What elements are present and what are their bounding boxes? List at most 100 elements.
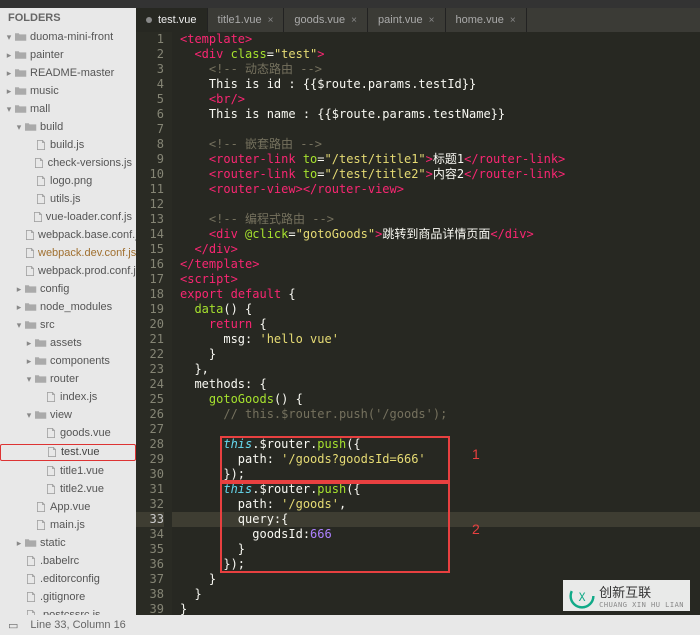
tab-close-icon[interactable]: × — [429, 15, 435, 26]
code-line[interactable]: methods: { — [172, 377, 700, 392]
tree-folder[interactable]: ▸README-master — [0, 66, 136, 81]
code-line[interactable]: <br/> — [172, 92, 700, 107]
tree-folder[interactable]: ▾src — [0, 318, 136, 333]
tree-label: main.js — [50, 518, 85, 533]
code-body[interactable]: <template> <div class="test"> <!-- 动态路由 … — [172, 32, 700, 615]
code-line[interactable] — [172, 122, 700, 137]
tab[interactable]: paint.vue× — [368, 8, 446, 32]
tree-folder[interactable]: ▸components — [0, 354, 136, 369]
tree-folder[interactable]: ▾duoma-mini-front — [0, 30, 136, 45]
token: default — [231, 287, 282, 301]
code-line[interactable]: <template> — [172, 32, 700, 47]
tree-folder[interactable]: ▾router — [0, 372, 136, 387]
code-line[interactable]: <router-link to="/test/title2">内容2</rout… — [172, 167, 700, 182]
tree-file[interactable]: webpack.prod.conf.js — [0, 264, 136, 279]
tab[interactable]: home.vue× — [446, 8, 527, 32]
code-line[interactable] — [172, 197, 700, 212]
code-line[interactable]: <script> — [172, 272, 700, 287]
disclosure-icon[interactable]: ▸ — [24, 336, 34, 351]
code-line[interactable]: this.$router.push({ — [172, 437, 700, 452]
tree-file[interactable]: build.js — [0, 138, 136, 153]
tree-file[interactable]: utils.js — [0, 192, 136, 207]
tab[interactable]: title1.vue× — [208, 8, 285, 32]
code-line[interactable]: <div class="test"> — [172, 47, 700, 62]
disclosure-icon[interactable]: ▸ — [4, 84, 14, 99]
tree-file[interactable]: title2.vue — [0, 482, 136, 497]
tab[interactable]: test.vue — [136, 8, 208, 32]
window-chrome — [0, 0, 700, 8]
tree-file[interactable]: .babelrc — [0, 554, 136, 569]
code-line[interactable]: gotoGoods() { — [172, 392, 700, 407]
tree-file[interactable]: .postcssrc.js — [0, 608, 136, 616]
disclosure-icon[interactable]: ▾ — [14, 318, 24, 333]
disclosure-icon[interactable]: ▸ — [4, 48, 14, 63]
code-line[interactable]: this.$router.push({ — [172, 482, 700, 497]
tree-file[interactable]: .editorconfig — [0, 572, 136, 587]
code-line[interactable]: </template> — [172, 257, 700, 272]
code-line[interactable]: <router-link to="/test/title1">标题1</rout… — [172, 152, 700, 167]
folder-icon — [14, 103, 28, 115]
disclosure-icon[interactable]: ▾ — [24, 408, 34, 423]
tree-file[interactable]: App.vue — [0, 500, 136, 515]
tree-file[interactable]: index.js — [0, 390, 136, 405]
tree-folder[interactable]: ▾view — [0, 408, 136, 423]
disclosure-icon[interactable]: ▸ — [24, 354, 34, 369]
disclosure-icon[interactable]: ▾ — [14, 120, 24, 135]
tree-file[interactable]: webpack.base.conf.js — [0, 228, 136, 243]
code-line[interactable]: }, — [172, 362, 700, 377]
tree-file[interactable]: test.vue — [0, 444, 136, 461]
tree-file[interactable]: vue-loader.conf.js — [0, 210, 136, 225]
file-icon — [44, 465, 58, 477]
code-line[interactable]: goodsId:666 — [172, 527, 700, 542]
code-line[interactable]: } — [172, 347, 700, 362]
code-line[interactable]: path: '/goods?goodsId=666' — [172, 452, 700, 467]
code-line[interactable]: <!-- 编程式路由 --> — [172, 212, 700, 227]
code-line[interactable]: } — [172, 542, 700, 557]
tree-folder[interactable]: ▸static — [0, 536, 136, 551]
tree-folder[interactable]: ▾mall — [0, 102, 136, 117]
code-line[interactable]: return { — [172, 317, 700, 332]
code-line[interactable]: msg: 'hello vue' — [172, 332, 700, 347]
code-line[interactable]: }); — [172, 467, 700, 482]
code-line[interactable]: <!-- 动态路由 --> — [172, 62, 700, 77]
tree-folder[interactable]: ▸painter — [0, 48, 136, 63]
tab-close-icon[interactable]: × — [268, 15, 274, 26]
tree-folder[interactable]: ▸node_modules — [0, 300, 136, 315]
token — [180, 512, 238, 526]
code-line[interactable] — [172, 422, 700, 437]
tree-file[interactable]: check-versions.js — [0, 156, 136, 171]
disclosure-icon[interactable]: ▾ — [4, 102, 14, 117]
tree-file[interactable]: goods.vue — [0, 426, 136, 441]
tree-file[interactable]: title1.vue — [0, 464, 136, 479]
code-line[interactable]: export default { — [172, 287, 700, 302]
code-line[interactable]: <router-view></router-view> — [172, 182, 700, 197]
tab-close-icon[interactable]: × — [510, 15, 516, 26]
statusbar-switcher-icon[interactable]: ▭ — [8, 619, 18, 632]
disclosure-icon[interactable]: ▸ — [14, 282, 24, 297]
code-line[interactable]: path: '/goods', — [172, 497, 700, 512]
tree-file[interactable]: webpack.dev.conf.js — [0, 246, 136, 261]
code-line[interactable]: // this.$router.push('/goods'); — [172, 407, 700, 422]
code-line[interactable]: }); — [172, 557, 700, 572]
disclosure-icon[interactable]: ▾ — [4, 30, 14, 45]
code-line[interactable]: <!-- 嵌套路由 --> — [172, 137, 700, 152]
disclosure-icon[interactable]: ▾ — [24, 372, 34, 387]
code-line[interactable]: query:{ — [172, 512, 700, 527]
code-line[interactable]: This is name : {{$route.params.testName}… — [172, 107, 700, 122]
tree-folder[interactable]: ▸config — [0, 282, 136, 297]
tree-file[interactable]: main.js — [0, 518, 136, 533]
disclosure-icon[interactable]: ▸ — [4, 66, 14, 81]
tree-file[interactable]: .gitignore — [0, 590, 136, 605]
tree-folder[interactable]: ▸music — [0, 84, 136, 99]
disclosure-icon[interactable]: ▸ — [14, 300, 24, 315]
tab-close-icon[interactable]: × — [351, 15, 357, 26]
code-line[interactable]: This is id : {{$route.params.testId}} — [172, 77, 700, 92]
code-line[interactable]: <div @click="gotoGoods">跳转到商品详情页面</div> — [172, 227, 700, 242]
disclosure-icon[interactable]: ▸ — [14, 536, 24, 551]
tab[interactable]: goods.vue× — [284, 8, 368, 32]
code-line[interactable]: data() { — [172, 302, 700, 317]
tree-file[interactable]: logo.png — [0, 174, 136, 189]
tree-folder[interactable]: ▾build — [0, 120, 136, 135]
tree-folder[interactable]: ▸assets — [0, 336, 136, 351]
code-line[interactable]: </div> — [172, 242, 700, 257]
